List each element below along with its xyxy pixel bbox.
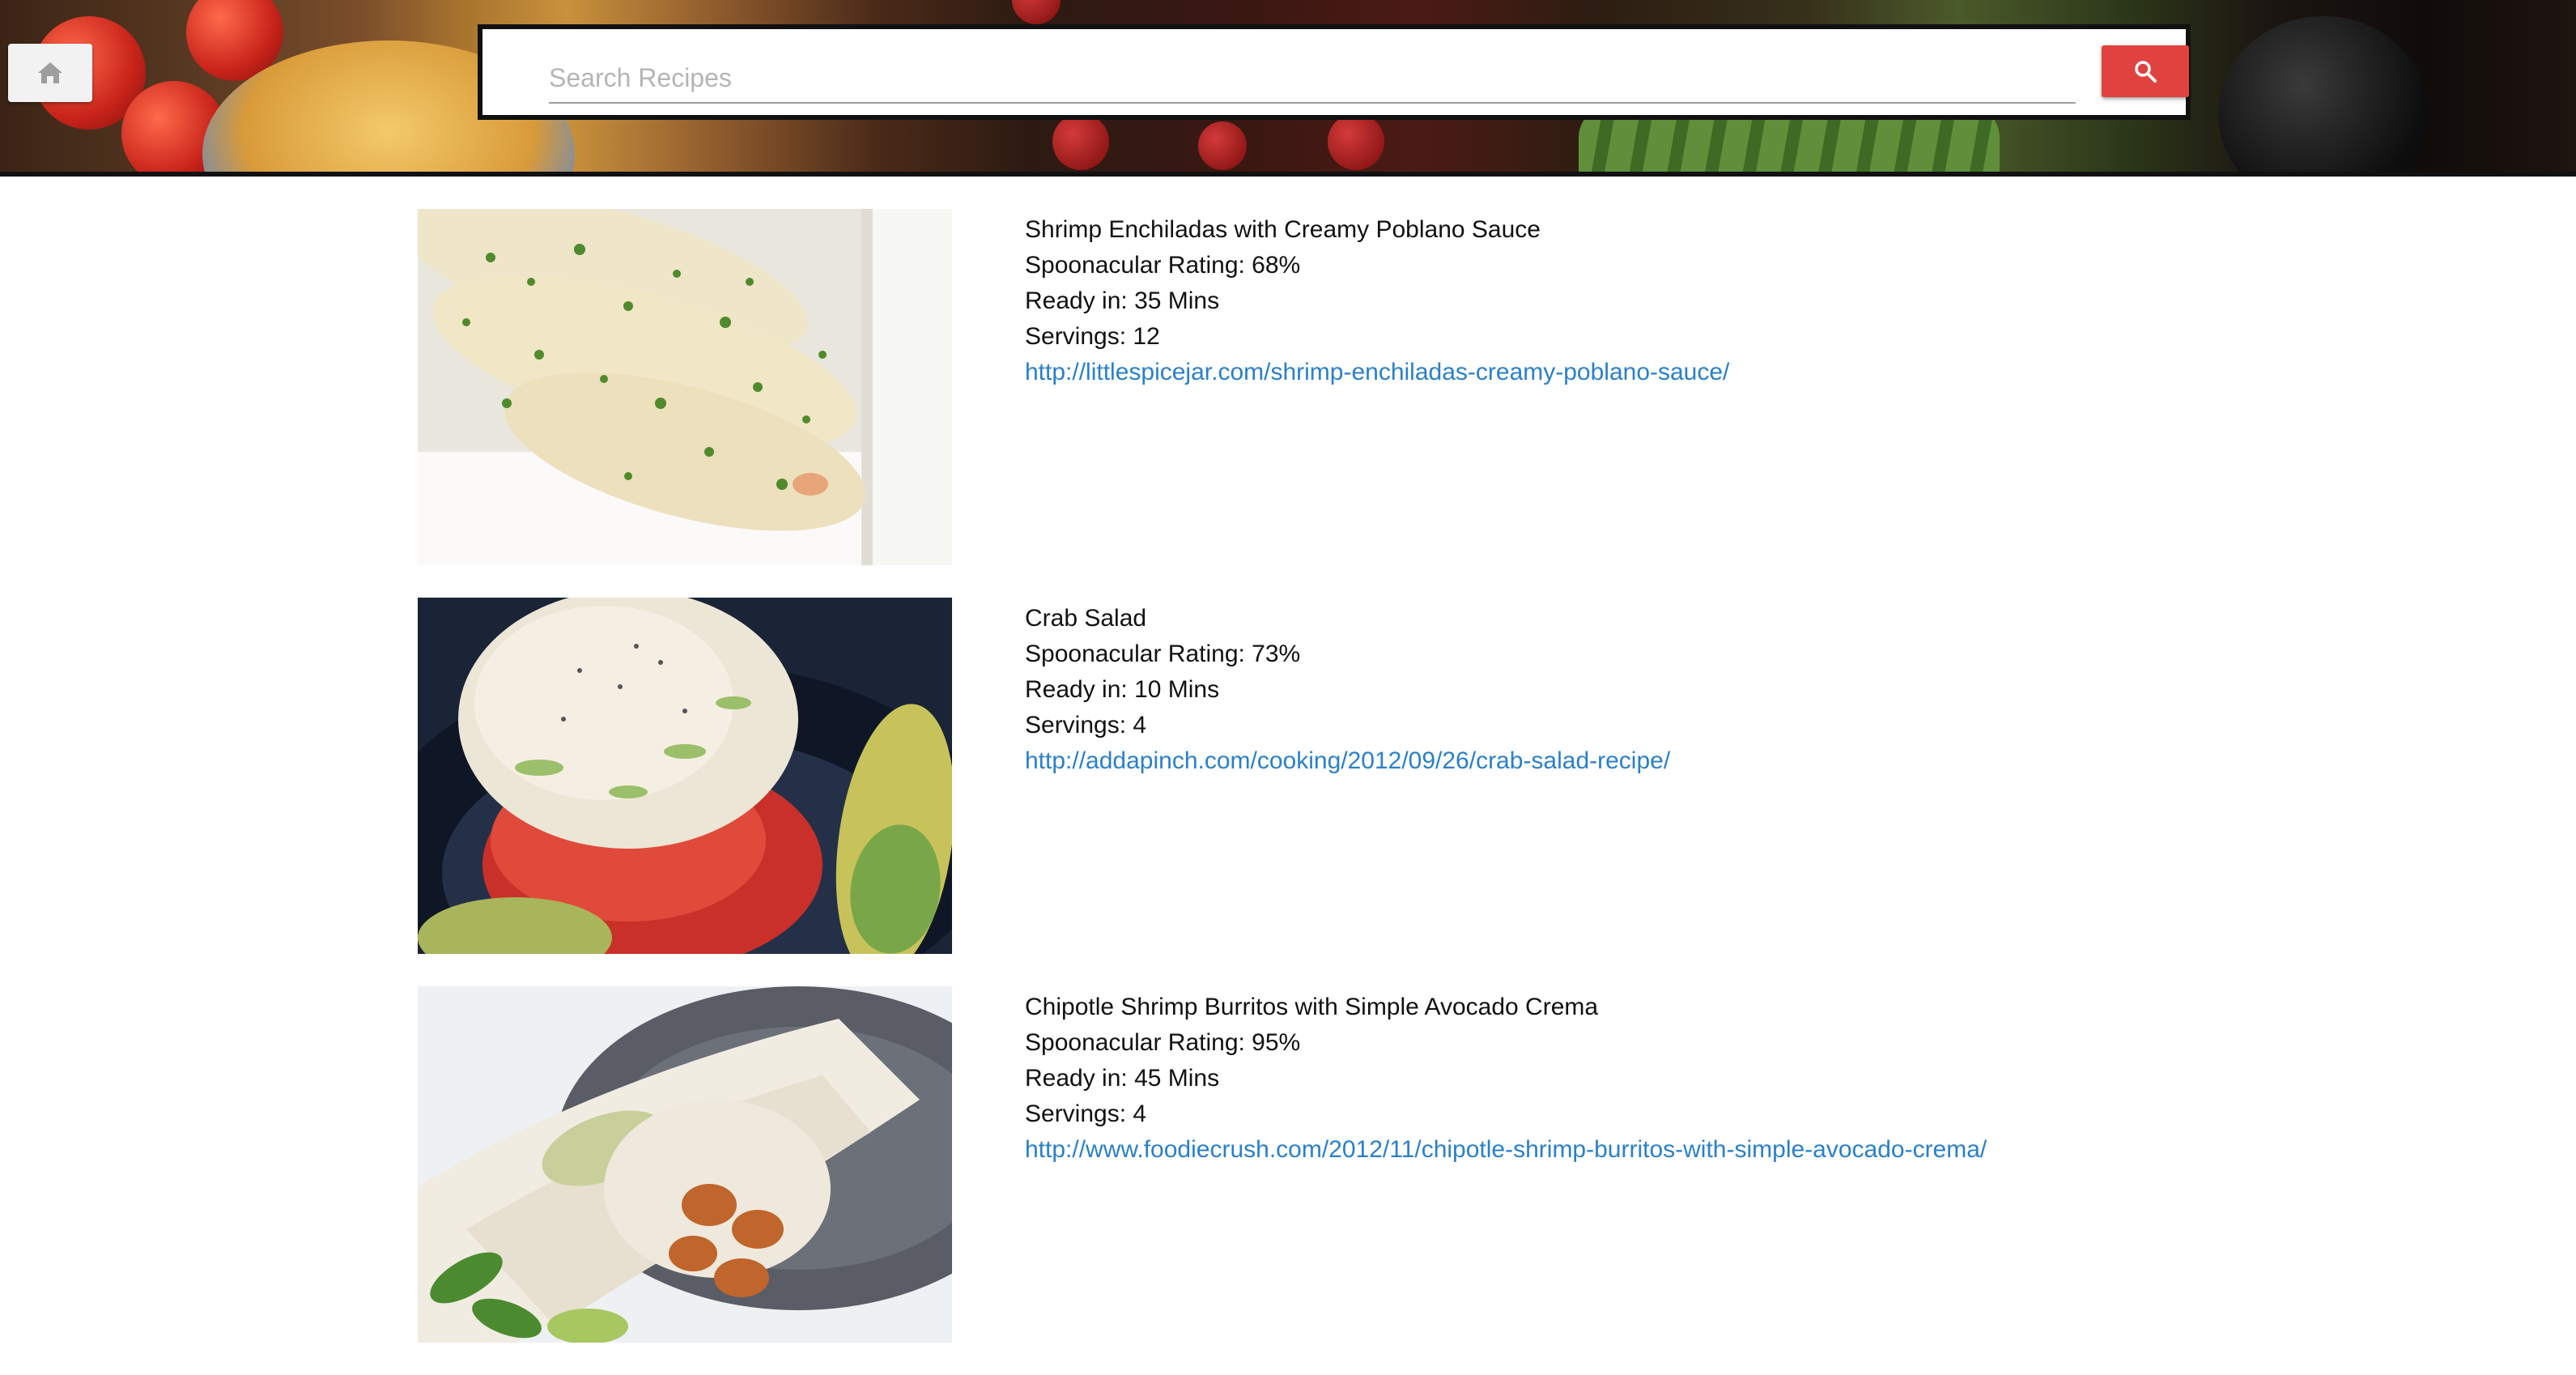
recipe-results-list: Shrimp Enchiladas with Creamy Poblano Sa…: [418, 209, 2199, 1375]
crab-salad-photo: [418, 598, 952, 954]
recipe-rating: Spoonacular Rating: 73%: [1025, 641, 1301, 667]
search-button[interactable]: [2102, 45, 2189, 97]
cherry-decoration: [1012, 0, 1061, 24]
home-icon: [38, 62, 62, 83]
recipe-servings: Servings: 4: [1025, 1100, 1147, 1127]
cherry-decoration: [1328, 113, 1384, 170]
search-icon: [2135, 61, 2157, 83]
recipe-servings: Servings: 4: [1025, 712, 1147, 739]
recipe-image-enchiladas[interactable]: [418, 209, 952, 565]
recipe-title: Chipotle Shrimp Burritos with Simple Avo…: [1025, 994, 1599, 1020]
recipe-ready-time: Ready in: 10 Mins: [1025, 676, 1220, 703]
search-bar: [478, 24, 2191, 120]
header-divider: [0, 172, 2576, 177]
recipe-card: Crab Salad Spoonacular Rating: 73% Ready…: [418, 598, 2199, 954]
cherry-decoration: [1052, 113, 1109, 170]
recipe-image-burritos[interactable]: [418, 986, 952, 1343]
recipe-link[interactable]: http://littlespicejar.com/shrimp-enchila…: [1025, 359, 1729, 385]
recipe-rating: Spoonacular Rating: 95%: [1025, 1029, 1301, 1056]
recipe-details: Chipotle Shrimp Burritos with Simple Avo…: [1025, 990, 1987, 1168]
recipe-link[interactable]: http://addapinch.com/cooking/2012/09/26/…: [1025, 747, 1670, 774]
recipe-card: Shrimp Enchiladas with Creamy Poblano Sa…: [418, 209, 2199, 565]
recipe-card: Chipotle Shrimp Burritos with Simple Avo…: [418, 986, 2199, 1343]
recipe-title: Crab Salad: [1025, 605, 1147, 632]
recipe-title: Shrimp Enchiladas with Creamy Poblano Sa…: [1025, 216, 1541, 243]
recipe-servings: Servings: 12: [1025, 323, 1160, 350]
burritos-photo: [418, 986, 952, 1343]
eggplant-decoration: [2218, 16, 2429, 177]
recipe-link[interactable]: http://www.foodiecrush.com/2012/11/chipo…: [1025, 1136, 1987, 1163]
header-banner: [0, 0, 2576, 177]
recipe-image-crab-salad[interactable]: [418, 598, 952, 954]
recipe-details: Shrimp Enchiladas with Creamy Poblano Sa…: [1025, 212, 1729, 390]
enchiladas-photo: [418, 209, 952, 565]
recipe-rating: Spoonacular Rating: 68%: [1025, 252, 1301, 279]
recipe-details: Crab Salad Spoonacular Rating: 73% Ready…: [1025, 601, 1670, 779]
recipe-ready-time: Ready in: 35 Mins: [1025, 287, 1220, 314]
recipe-ready-time: Ready in: 45 Mins: [1025, 1065, 1220, 1092]
search-input[interactable]: [549, 53, 2076, 104]
home-button[interactable]: [8, 44, 92, 102]
cherry-decoration: [1198, 121, 1247, 170]
